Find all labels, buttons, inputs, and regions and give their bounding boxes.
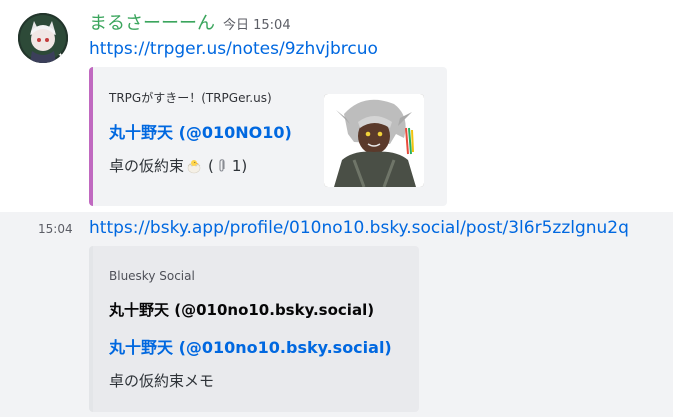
embed-provider: Bluesky Social (109, 269, 195, 283)
message-link[interactable]: https://trpger.us/notes/9zhvjbrcuo (89, 39, 378, 59)
embed-title[interactable]: 丸十野天 (@010NO10) (109, 119, 292, 143)
link-embed: Bluesky Social 丸十野天 (@010no10.bsky.socia… (89, 246, 419, 412)
avatar-image-icon: ✦ (18, 13, 68, 63)
embed-author: 丸十野天 (@010no10.bsky.social) (109, 301, 375, 319)
embed-title[interactable]: 丸十野天 (@010no10.bsky.social) (109, 334, 392, 358)
embed-provider: TRPGがすきー！(TRPGer.us) (109, 91, 272, 105)
embed-description: 卓の仮約束 ( 1) (109, 155, 247, 176)
hover-timestamp: 15:04 (38, 222, 73, 236)
message-group: ✦ まるさーーーん 今日 15:04 https://trpger.us/not… (0, 0, 673, 212)
chat-area: ✦ まるさーーーん 今日 15:04 https://trpger.us/not… (0, 0, 673, 417)
username[interactable]: まるさーーーん (89, 9, 215, 35)
embed-description: 卓の仮約束メモ (109, 372, 215, 390)
reaction-open-paren: ( (208, 156, 214, 175)
paperclip-icon (219, 158, 225, 172)
link-embed: TRPGがすきー！(TRPGer.us) 丸十野天 (@010NO10) 卓の仮… (89, 67, 447, 206)
svg-text:✦: ✦ (58, 52, 63, 59)
embed-description-text: 卓の仮約束 (109, 157, 185, 175)
message-timestamp: 今日 15:04 (223, 18, 291, 33)
hatching-chick-icon (187, 159, 201, 173)
message-link[interactable]: https://bsky.app/profile/010no10.bsky.so… (89, 218, 629, 238)
character-thumbnail-icon (324, 94, 424, 187)
message-header: まるさーーーん 今日 15:04 (89, 9, 291, 35)
avatar[interactable]: ✦ (18, 13, 68, 63)
reaction-count: 1) (231, 156, 248, 175)
message-row: 15:04 https://bsky.app/profile/010no10.b… (0, 212, 673, 417)
embed-thumbnail[interactable] (324, 94, 424, 187)
